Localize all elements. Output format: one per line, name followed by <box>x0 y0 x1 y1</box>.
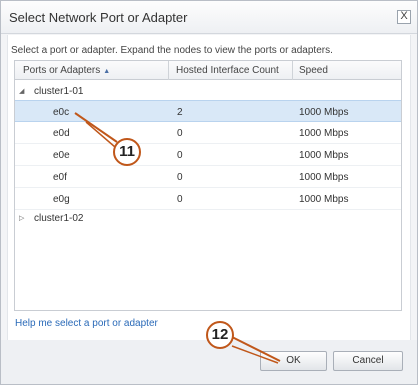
close-icon: X <box>400 10 408 22</box>
close-button[interactable]: X <box>397 10 411 24</box>
table-row[interactable]: e0e 0 1000 Mbps <box>15 144 401 166</box>
port-name: e0g <box>53 194 70 205</box>
node-label: cluster1-01 <box>34 86 84 97</box>
cancel-button[interactable]: Cancel <box>333 351 403 371</box>
port-name: e0d <box>53 128 70 139</box>
table-row[interactable]: e0d 0 1000 Mbps <box>15 122 401 144</box>
callout-11: 11 <box>113 138 141 166</box>
port-name: e0f <box>53 172 67 183</box>
collapsed-triangle-icon[interactable]: ▷ <box>19 214 24 222</box>
port-name: e0e <box>53 150 70 161</box>
speed-value: 1000 Mbps <box>299 107 349 118</box>
column-header-ports[interactable]: Ports or Adapters ▲ <box>23 65 110 76</box>
ok-button[interactable]: OK <box>260 351 327 371</box>
column-separator[interactable] <box>292 61 293 80</box>
hosted-count: 0 <box>177 128 183 139</box>
column-header-hosted-count[interactable]: Hosted Interface Count <box>176 65 279 76</box>
hosted-count: 0 <box>177 150 183 161</box>
node-label: cluster1-02 <box>34 213 84 224</box>
callout-12: 12 <box>206 321 234 349</box>
dialog-title: Select Network Port or Adapter <box>9 10 188 25</box>
expanded-triangle-icon[interactable]: ◢ <box>19 87 24 95</box>
hosted-count: 2 <box>177 107 183 118</box>
tree-node-cluster1-02[interactable]: ▷ cluster1-02 <box>15 207 401 229</box>
column-separator[interactable] <box>168 61 169 80</box>
ports-grid: Ports or Adapters ▲ Hosted Interface Coun… <box>14 60 402 311</box>
instructions-text: Select a port or adapter. Expand the nod… <box>11 45 333 56</box>
speed-value: 1000 Mbps <box>299 150 349 161</box>
hosted-count: 0 <box>177 194 183 205</box>
speed-value: 1000 Mbps <box>299 172 349 183</box>
help-link[interactable]: Help me select a port or adapter <box>15 318 158 329</box>
column-header-speed[interactable]: Speed <box>299 65 328 76</box>
tree-node-cluster1-01[interactable]: ◢ cluster1-01 <box>15 80 401 102</box>
title-bar: Select Network Port or Adapter X <box>1 1 417 34</box>
table-row[interactable]: e0c 2 1000 Mbps <box>15 100 401 122</box>
speed-value: 1000 Mbps <box>299 128 349 139</box>
speed-value: 1000 Mbps <box>299 194 349 205</box>
grid-header: Ports or Adapters ▲ Hosted Interface Coun… <box>15 61 401 80</box>
port-name: e0c <box>53 107 70 118</box>
hosted-count: 0 <box>177 172 183 183</box>
sort-ascending-icon: ▲ <box>103 68 111 75</box>
table-row[interactable]: e0f 0 1000 Mbps <box>15 166 401 188</box>
column-header-ports-label: Ports or Adapters <box>23 65 101 76</box>
